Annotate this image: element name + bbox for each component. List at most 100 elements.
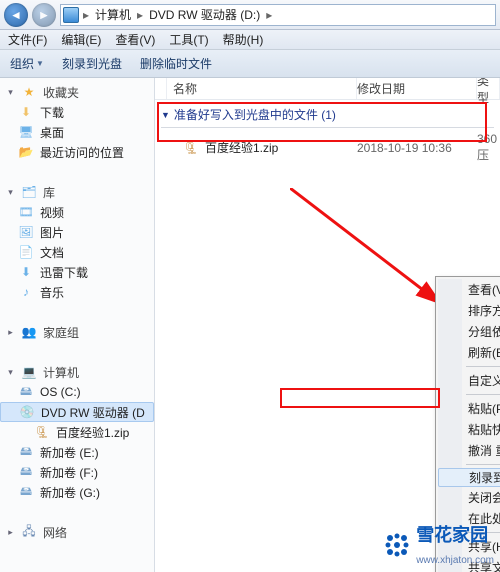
- sidebar-item-downloads[interactable]: ⬇ 下载: [0, 102, 154, 122]
- ctx-refresh[interactable]: 刷新(E): [438, 342, 500, 363]
- computer-icon: 💻: [21, 364, 37, 380]
- ctx-undo-rename[interactable]: 撤消 重命名(U)Ctrl+Z: [438, 440, 500, 461]
- nav-back-button[interactable]: ◄: [4, 3, 28, 27]
- ctx-customize[interactable]: 自定义文件夹(F)...: [438, 370, 500, 391]
- sidebar-item-label: 新加卷 (F:): [40, 464, 98, 481]
- organize-button[interactable]: 组织▼: [10, 55, 44, 72]
- sidebar-computer-header[interactable]: ▾ 💻 计算机: [0, 362, 154, 382]
- column-headers[interactable]: 名称 修改日期 类型: [155, 78, 500, 100]
- menu-file[interactable]: 文件(F): [8, 31, 47, 48]
- sidebar-item-documents[interactable]: 📄 文档: [0, 242, 154, 262]
- document-icon: 📄: [18, 244, 34, 260]
- col-type[interactable]: 类型: [477, 78, 500, 99]
- expand-icon[interactable]: ▸: [6, 527, 15, 538]
- picture-icon: 🖼: [18, 224, 34, 240]
- sidebar-homegroup-header[interactable]: ▸ 👥 家庭组: [0, 322, 154, 342]
- sidebar-item-label: 百度经验1.zip: [56, 424, 129, 441]
- sidebar-item-music[interactable]: ♪ 音乐: [0, 282, 154, 302]
- chevron-right-icon[interactable]: ▸: [135, 8, 145, 22]
- sidebar-item-label: 迅雷下载: [40, 264, 88, 281]
- breadcrumb[interactable]: ▸ 计算机 ▸ DVD RW 驱动器 (D:) ▸: [60, 4, 496, 26]
- library-icon: 🗂: [21, 184, 37, 200]
- expand-icon[interactable]: ▸: [6, 327, 15, 338]
- disc-icon: 💿: [19, 404, 35, 420]
- sidebar-item-xunlei[interactable]: ⬇ 迅雷下载: [0, 262, 154, 282]
- recent-icon: 📂: [18, 144, 34, 160]
- sidebar-item-label: 下载: [40, 104, 64, 121]
- sidebar-item-drive-g[interactable]: 🖴 新加卷 (G:): [0, 482, 154, 502]
- burn-to-disc-button[interactable]: 刻录到光盘: [62, 55, 122, 72]
- navigation-pane[interactable]: ▾ ★ 收藏夹 ⬇ 下载 🖥 桌面 📂 最近访问的位置 ▾ 🗂 库: [0, 78, 155, 572]
- download-icon: ⬇: [18, 104, 34, 120]
- sidebar-network-header[interactable]: ▸ 🖧 网络: [0, 522, 154, 542]
- delete-temp-button[interactable]: 删除临时文件: [140, 55, 212, 72]
- col-name[interactable]: 名称: [167, 78, 357, 99]
- sidebar-item-label: 图片: [40, 224, 64, 241]
- menu-tools[interactable]: 工具(T): [169, 31, 208, 48]
- file-date: 2018-10-19 10:36: [357, 141, 477, 155]
- collapse-icon[interactable]: ▾: [6, 187, 15, 198]
- toolbar: 组织▼ 刻录到光盘 删除临时文件: [0, 50, 500, 78]
- sidebar-item-zip-under-d[interactable]: 🗜 百度经验1.zip: [0, 422, 154, 442]
- zip-icon: 🗜: [183, 140, 199, 156]
- file-list-pane[interactable]: 名称 修改日期 类型 ▼ 准备好写入到光盘中的文件 (1) 🗜 百度经验1.zi…: [155, 78, 500, 572]
- sidebar-item-label: 新加卷 (E:): [40, 444, 99, 461]
- collapse-icon[interactable]: ▼: [161, 110, 170, 120]
- crumb-computer[interactable]: 计算机: [93, 6, 133, 23]
- sidebar-item-videos[interactable]: 🎞 视频: [0, 202, 154, 222]
- star-icon: ★: [21, 84, 37, 100]
- sidebar-item-drive-d[interactable]: 💿 DVD RW 驱动器 (D: [0, 402, 154, 422]
- chevron-right-icon[interactable]: ▸: [81, 8, 91, 22]
- sidebar-item-label: 文档: [40, 244, 64, 261]
- sidebar-item-label: 桌面: [40, 124, 64, 141]
- group-title: 准备好写入到光盘中的文件 (1): [174, 106, 336, 123]
- chevron-right-icon[interactable]: ▸: [264, 8, 274, 22]
- ctx-close-session[interactable]: 关闭会话(E)...: [438, 487, 500, 508]
- file-type: 360压: [477, 132, 500, 163]
- sidebar-item-desktop[interactable]: 🖥 桌面: [0, 122, 154, 142]
- ctx-sort[interactable]: 排序方式(O)▶: [438, 300, 500, 321]
- nav-forward-button[interactable]: ►: [32, 3, 56, 27]
- sidebar-favorites-header[interactable]: ▾ ★ 收藏夹: [0, 82, 154, 102]
- sidebar-item-recent[interactable]: 📂 最近访问的位置: [0, 142, 154, 162]
- sidebar-item-pictures[interactable]: 🖼 图片: [0, 222, 154, 242]
- sidebar-item-label: OS (C:): [40, 385, 81, 399]
- music-icon: ♪: [18, 284, 34, 300]
- titlebar: ◄ ► ▸ 计算机 ▸ DVD RW 驱动器 (D:) ▸: [0, 0, 500, 30]
- sidebar-libraries-header[interactable]: ▾ 🗂 库: [0, 182, 154, 202]
- zip-icon: 🗜: [34, 424, 50, 440]
- menu-help[interactable]: 帮助(H): [223, 31, 264, 48]
- ctx-view[interactable]: 查看(V)▶: [438, 279, 500, 300]
- col-date[interactable]: 修改日期: [357, 78, 477, 99]
- video-icon: 🎞: [18, 204, 34, 220]
- file-group-header[interactable]: ▼ 准备好写入到光盘中的文件 (1): [155, 100, 500, 127]
- watermark: 雪花家园 www.xhjaton.com: [384, 521, 494, 568]
- menu-edit[interactable]: 编辑(E): [61, 31, 101, 48]
- menubar: 文件(F) 编辑(E) 查看(V) 工具(T) 帮助(H): [0, 30, 500, 50]
- annotation-highlight: [280, 388, 440, 408]
- homegroup-icon: 👥: [21, 324, 37, 340]
- crumb-drive[interactable]: DVD RW 驱动器 (D:): [147, 6, 262, 23]
- file-row[interactable]: 🗜 百度经验1.zip 2018-10-19 10:36 360压: [155, 130, 500, 165]
- sidebar-item-drive-e[interactable]: 🖴 新加卷 (E:): [0, 442, 154, 462]
- watermark-url: www.xhjaton.com: [416, 555, 494, 566]
- collapse-icon[interactable]: ▾: [6, 367, 15, 378]
- ctx-groupby[interactable]: 分组依据(P)▶: [438, 321, 500, 342]
- ctx-paste[interactable]: 粘贴(P): [438, 398, 500, 419]
- sidebar-item-label: 新加卷 (G:): [40, 484, 100, 501]
- sidebar-item-label: 最近访问的位置: [40, 144, 124, 161]
- sidebar-item-drive-f[interactable]: 🖴 新加卷 (F:): [0, 462, 154, 482]
- collapse-icon[interactable]: ▾: [6, 87, 15, 98]
- desktop-icon: 🖥: [18, 124, 34, 140]
- snowflake-icon: [384, 532, 410, 558]
- drive-icon: [63, 7, 79, 23]
- drive-icon: 🖴: [18, 384, 34, 400]
- menu-view[interactable]: 查看(V): [115, 31, 155, 48]
- drive-icon: 🖴: [18, 484, 34, 500]
- sidebar-item-drive-c[interactable]: 🖴 OS (C:): [0, 382, 154, 402]
- annotation-arrow: [290, 188, 445, 308]
- ctx-burn-to-disc[interactable]: 刻录到光盘(T): [438, 468, 500, 487]
- ctx-paste-shortcut[interactable]: 粘贴快捷方式(S): [438, 419, 500, 440]
- file-name: 百度经验1.zip: [205, 139, 278, 156]
- drive-icon: 🖴: [18, 444, 34, 460]
